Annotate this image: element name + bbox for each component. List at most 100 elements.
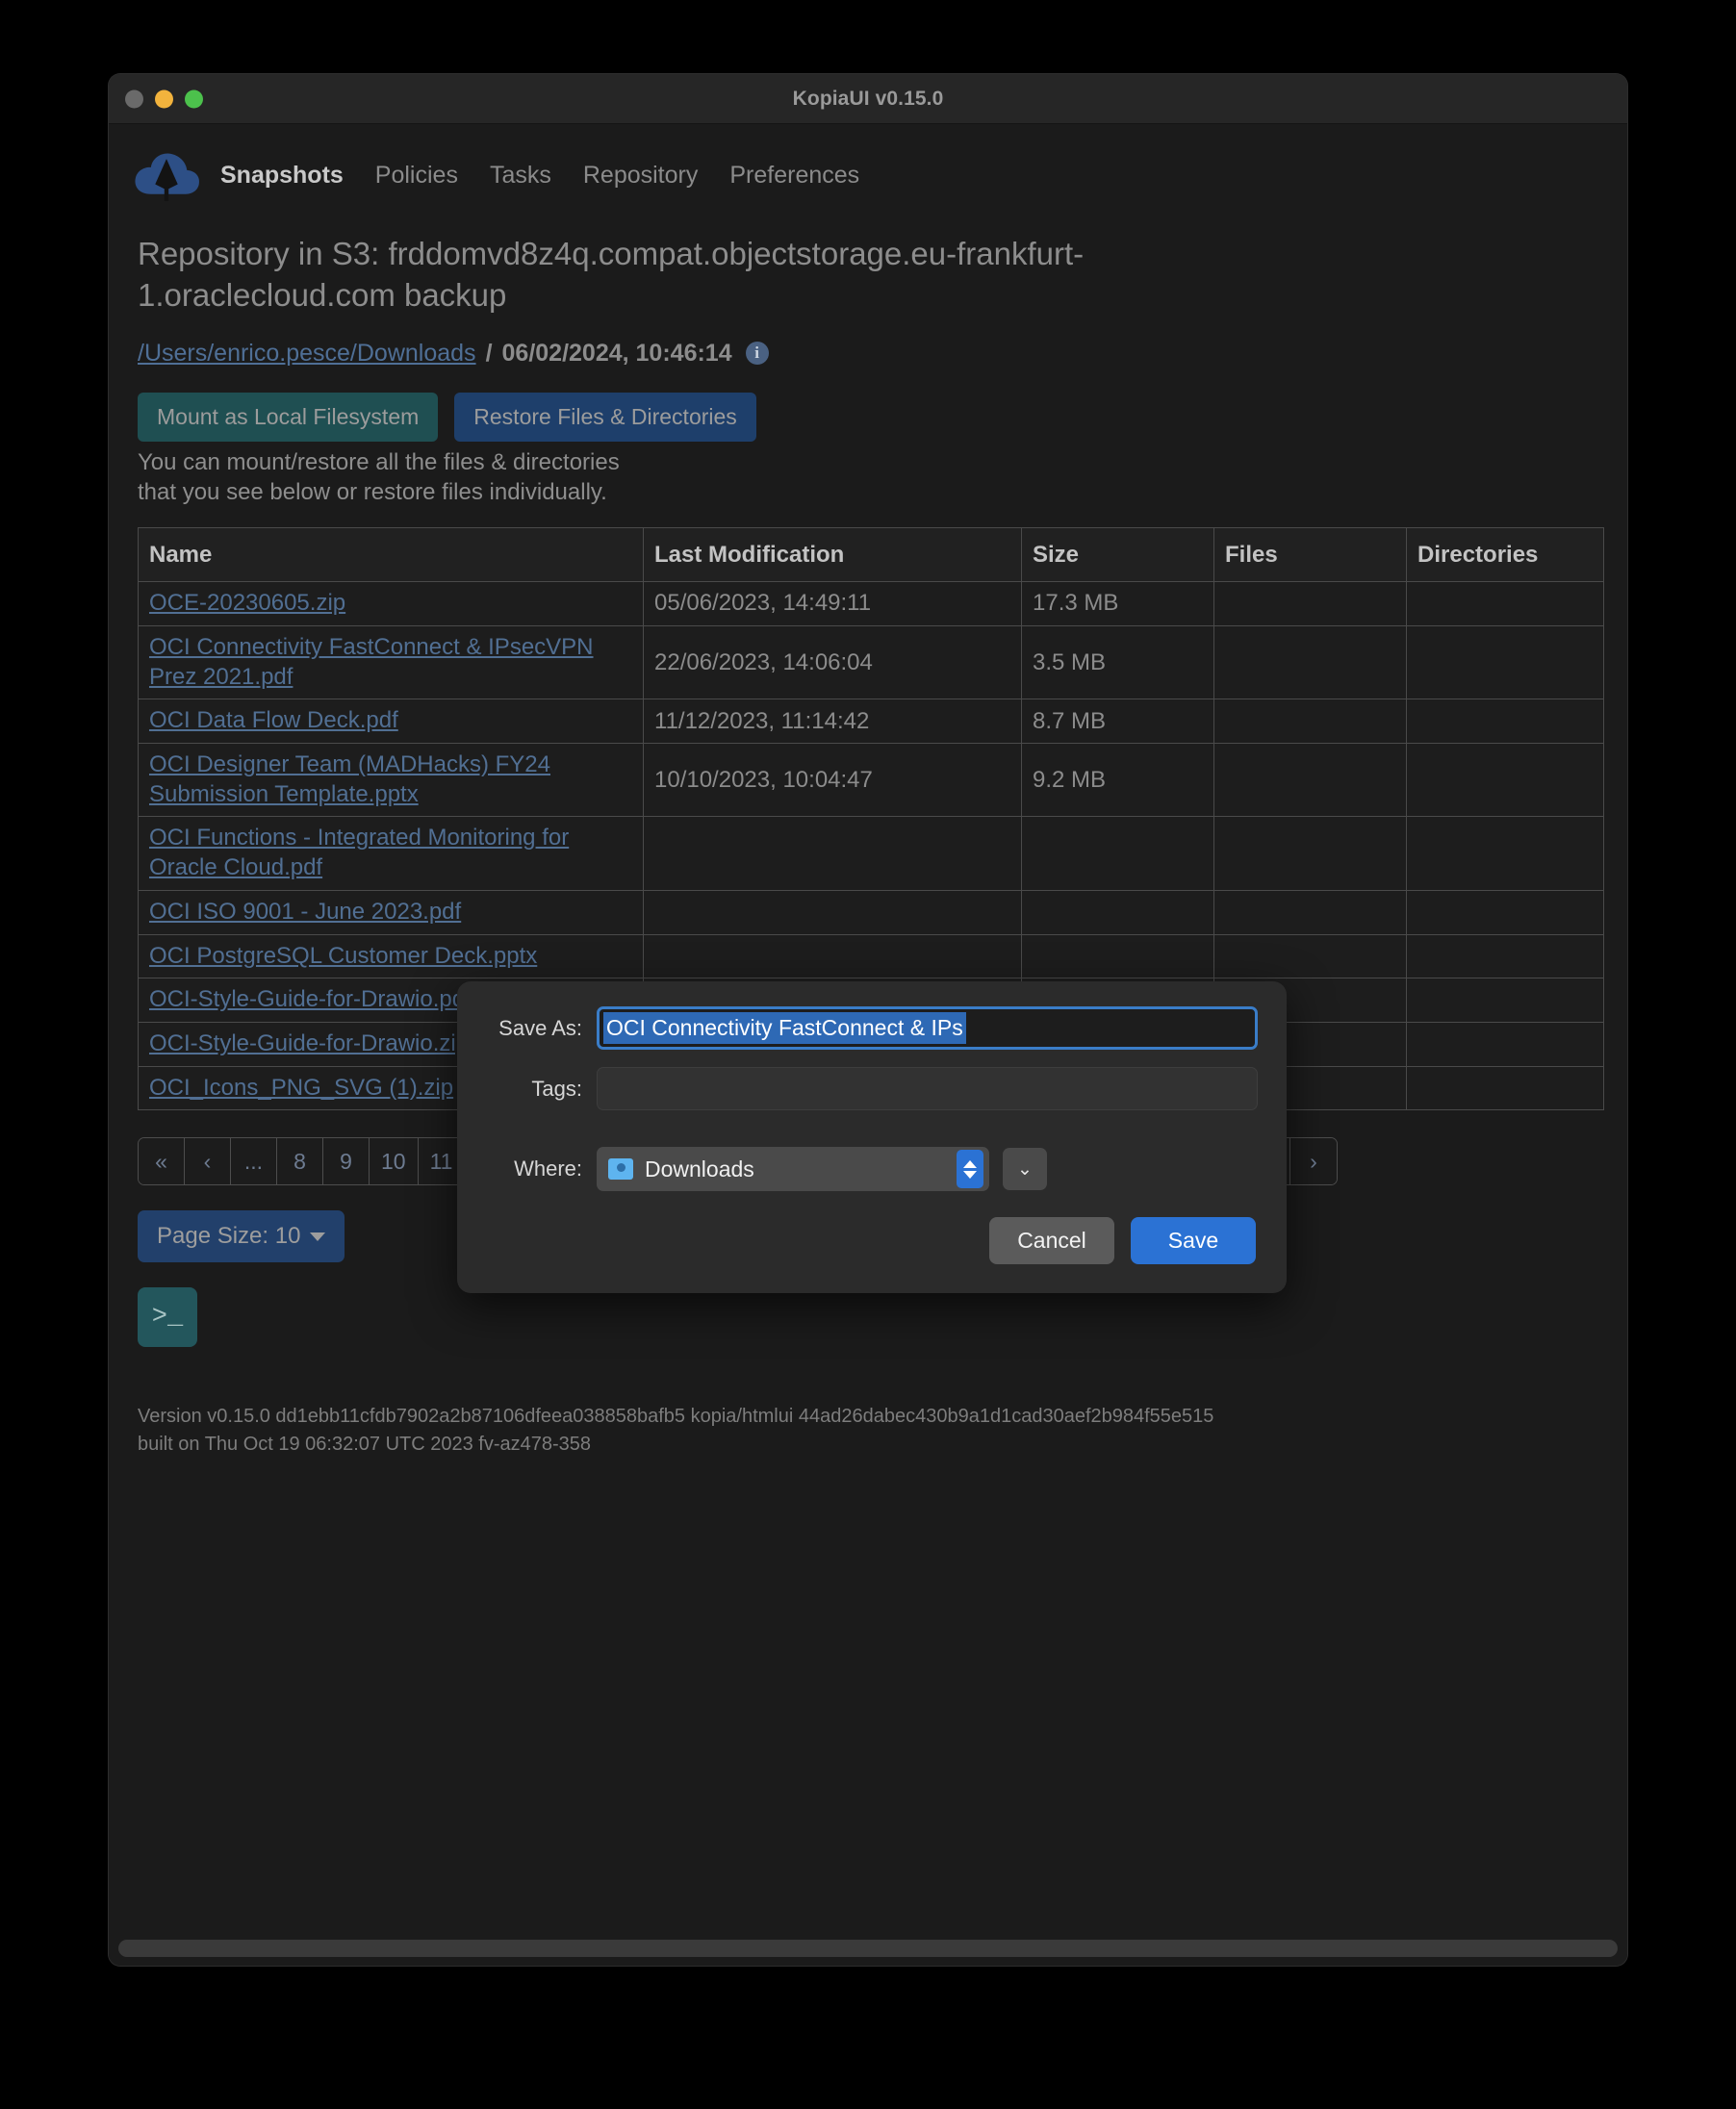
file-link[interactable]: OCI PostgreSQL Customer Deck.pptx (149, 943, 537, 969)
maximize-window-button[interactable] (185, 89, 203, 108)
where-selected-value: Downloads (645, 1156, 754, 1182)
cell-size (1021, 816, 1214, 891)
cell-name: OCI PostgreSQL Customer Deck.pptx (138, 933, 644, 979)
pagination-item[interactable]: 10 (370, 1138, 419, 1185)
actions-description-line2: that you see below or restore files indi… (138, 479, 607, 506)
pagination-item[interactable]: ‹ (185, 1138, 231, 1185)
where-label: Where: (514, 1156, 582, 1181)
pagination-item[interactable]: 9 (323, 1138, 370, 1185)
cell-directories (1406, 581, 1604, 626)
tags-input[interactable] (597, 1067, 1258, 1110)
page-title: Repository in S3: frddomvd8z4q.compat.ob… (138, 236, 1085, 313)
cell-name: OCI ISO 9001 - June 2023.pdf (138, 889, 644, 935)
cell-name: OCI Connectivity FastConnect & IPsecVPN … (138, 624, 644, 700)
expand-browser-button[interactable]: ⌄ (1003, 1148, 1047, 1190)
cell-files (1213, 699, 1407, 744)
cell-modified: 10/10/2023, 10:04:47 (643, 742, 1022, 818)
file-link[interactable]: OCI Designer Team (MADHacks) FY24 Submis… (149, 751, 550, 807)
file-link[interactable]: OCI Data Flow Deck.pdf (149, 707, 398, 733)
column-header-name: Name (138, 527, 644, 583)
cell-size: 8.7 MB (1021, 699, 1214, 744)
table-row: OCI Data Flow Deck.pdf 11/12/2023, 11:14:… (138, 699, 1604, 744)
pagination-item[interactable]: › (1289, 1138, 1337, 1185)
dialog-buttons: Cancel Save (989, 1217, 1256, 1264)
cell-files (1213, 581, 1407, 626)
cell-directories (1406, 742, 1604, 818)
tags-row: Tags: (457, 1067, 1287, 1110)
file-link[interactable]: OCI_Icons_PNG_SVG (1).zip (149, 1075, 453, 1101)
nav-item-repository[interactable]: Repository (583, 162, 699, 190)
cell-directories (1406, 699, 1604, 744)
cell-directories (1406, 1065, 1604, 1111)
nav-links: Snapshots Policies Tasks Repository Pref… (220, 162, 859, 190)
table-row: OCI Connectivity FastConnect & IPsecVPN … (138, 624, 1604, 700)
column-header-files: Files (1213, 527, 1407, 583)
version-footer: Version v0.15.0 dd1ebb11cfdb7902a2b87106… (109, 1347, 1581, 1458)
nav-item-snapshots[interactable]: Snapshots (220, 162, 344, 190)
restore-files-and-directories-button[interactable]: Restore Files & Directories (454, 392, 756, 442)
cell-directories (1406, 816, 1604, 891)
title-bar: KopiaUI v0.15.0 (109, 74, 1627, 124)
version-line-1: Version v0.15.0 dd1ebb11cfdb7902a2b87106… (138, 1406, 1214, 1428)
nav-item-preferences[interactable]: Preferences (729, 162, 859, 190)
save-as-label: Save As: (498, 1015, 582, 1040)
file-link[interactable]: OCI Connectivity FastConnect & IPsecVPN … (149, 634, 594, 690)
where-row: Where: Downloads ⌄ (457, 1147, 1287, 1191)
cell-files (1213, 816, 1407, 891)
horizontal-scrollbar[interactable] (118, 1940, 1618, 1957)
cell-size: 17.3 MB (1021, 581, 1214, 626)
cell-modified (643, 933, 1022, 979)
breadcrumb-path-link[interactable]: /Users/enrico.pesce/Downloads (138, 340, 476, 368)
cell-directories (1406, 933, 1604, 979)
table-row: OCI Functions - Integrated Monitoring fo… (138, 816, 1604, 891)
save-as-input[interactable]: OCI Connectivity FastConnect & IPs (597, 1006, 1258, 1050)
cell-size: 3.5 MB (1021, 624, 1214, 700)
terminal-button[interactable]: >_ (138, 1287, 197, 1348)
pagination-item[interactable]: ... (231, 1138, 277, 1185)
where-location-select[interactable]: Downloads (597, 1147, 989, 1191)
nav-item-tasks[interactable]: Tasks (490, 162, 551, 190)
table-row: OCI PostgreSQL Customer Deck.pptx (138, 933, 1604, 979)
tags-label: Tags: (531, 1076, 582, 1101)
file-link[interactable]: OCI ISO 9001 - June 2023.pdf (149, 899, 461, 925)
table-header-row: Name Last Modification Size Files Direct… (138, 527, 1604, 583)
breadcrumb-separator: / (485, 339, 493, 367)
window-title: KopiaUI v0.15.0 (792, 87, 944, 110)
cell-name: OCI Designer Team (MADHacks) FY24 Submis… (138, 742, 644, 818)
save-button[interactable]: Save (1131, 1217, 1256, 1264)
column-header-directories: Directories (1406, 527, 1604, 583)
table-row: OCI ISO 9001 - June 2023.pdf (138, 889, 1604, 935)
column-header-modified: Last Modification (643, 527, 1022, 583)
cancel-button[interactable]: Cancel (989, 1217, 1114, 1264)
file-link[interactable]: OCI Functions - Integrated Monitoring fo… (149, 825, 569, 880)
cell-directories (1406, 1022, 1604, 1067)
file-link[interactable]: OCI-Style-Guide-for-Drawio.pdf (149, 986, 472, 1012)
info-icon[interactable]: i (745, 342, 769, 366)
cell-files (1213, 933, 1407, 979)
page-size-dropdown-button[interactable]: Page Size: 10 (138, 1210, 345, 1263)
cell-size: 9.2 MB (1021, 742, 1214, 818)
file-link[interactable]: OCI-Style-Guide-for-Drawio.zip (149, 1030, 469, 1056)
cell-files (1213, 624, 1407, 700)
save-as-input-value: OCI Connectivity FastConnect & IPs (603, 1012, 966, 1044)
chevron-up-icon (963, 1159, 977, 1168)
cell-name: OCI Data Flow Deck.pdf (138, 699, 644, 744)
cell-size (1021, 933, 1214, 979)
snapshot-timestamp: 06/02/2024, 10:46:14 (501, 339, 732, 367)
chevron-down-icon (310, 1232, 326, 1241)
cell-modified (643, 816, 1022, 891)
column-header-size: Size (1021, 527, 1214, 583)
file-link[interactable]: OCE-20230605.zip (149, 590, 345, 616)
close-window-button[interactable] (125, 89, 143, 108)
mount-as-local-filesystem-button[interactable]: Mount as Local Filesystem (138, 392, 439, 442)
stepper-icon[interactable] (957, 1150, 983, 1188)
pagination-item[interactable]: 8 (277, 1138, 323, 1185)
minimize-window-button[interactable] (155, 89, 173, 108)
version-line-2: built on Thu Oct 19 06:32:07 UTC 2023 fv… (138, 1433, 592, 1455)
nav-item-policies[interactable]: Policies (375, 162, 458, 190)
table-row: OCI Designer Team (MADHacks) FY24 Submis… (138, 742, 1604, 818)
pagination-item[interactable]: « (139, 1138, 185, 1185)
cell-name: OCE-20230605.zip (138, 581, 644, 626)
cell-directories (1406, 624, 1604, 700)
actions-row: Mount as Local Filesystem Restore Files … (109, 368, 1627, 442)
